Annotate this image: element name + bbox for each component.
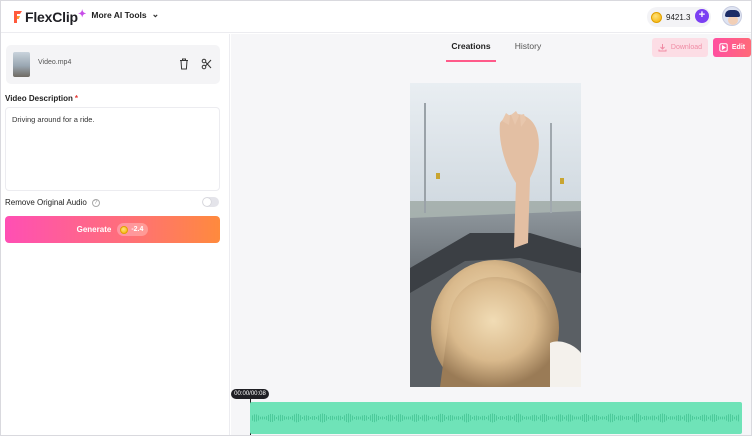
download-label: Download <box>670 44 703 51</box>
remove-audio-row: Remove Original Audio ? <box>5 198 100 207</box>
uploaded-file-card: Video.mp4 <box>6 45 220 84</box>
toggle-knob <box>203 198 211 206</box>
description-label: Video Description * <box>5 94 78 103</box>
generate-label: Generate <box>76 225 112 234</box>
description-label-text: Video Description <box>5 94 73 103</box>
description-text: Driving around for a ride. <box>12 115 95 124</box>
tab-bar: Creations History <box>446 41 553 62</box>
plus-icon[interactable]: + <box>695 9 709 23</box>
avatar-hair <box>725 10 740 17</box>
video-thumbnail[interactable] <box>13 52 30 77</box>
flexclip-logo-icon <box>12 10 24 24</box>
credits-value: 9421.3 <box>666 12 691 22</box>
tab-history[interactable]: History <box>503 41 553 62</box>
generate-button[interactable]: Generate -2.4 <box>5 216 220 243</box>
help-circle-icon[interactable]: ? <box>91 198 100 207</box>
remove-audio-toggle[interactable] <box>202 197 219 207</box>
audio-waveform-track[interactable] <box>250 402 742 434</box>
app-window: FlexClip ✦ More AI Tools ⌄ 9421.3 + Vide… <box>0 0 752 436</box>
generate-cost: -2.4 <box>131 226 144 233</box>
trash-icon[interactable] <box>178 57 190 71</box>
coin-icon <box>651 11 662 23</box>
edit-icon <box>719 43 728 52</box>
edit-label: Edit <box>731 44 746 51</box>
waveform-graphic <box>252 413 739 423</box>
coin-icon <box>120 225 129 234</box>
description-textarea[interactable]: Driving around for a ride. <box>5 107 220 191</box>
download-button[interactable]: Download <box>652 38 708 57</box>
more-ai-tools-menu[interactable]: ✦ More AI Tools ⌄ <box>78 9 159 20</box>
remove-audio-label: Remove Original Audio <box>5 198 87 207</box>
sparkle-icon: ✦ <box>78 9 87 20</box>
left-panel: Video.mp4 Video Description * Driving aro… <box>1 34 230 435</box>
scissors-icon[interactable] <box>201 57 213 71</box>
edit-button[interactable]: Edit <box>713 38 751 57</box>
flexclip-logo[interactable]: FlexClip <box>12 8 78 26</box>
tab-creations[interactable]: Creations <box>446 41 496 62</box>
generate-cost-badge: -2.4 <box>117 223 149 236</box>
file-name: Video.mp4 <box>38 59 72 66</box>
more-ai-tools-label: More AI Tools <box>91 9 147 20</box>
preview-area: Creations History Download Edit 00:00/00… <box>231 34 751 435</box>
avatar[interactable] <box>722 6 742 26</box>
required-mark: * <box>74 94 78 103</box>
logo-text: FlexClip <box>25 9 78 25</box>
video-preview[interactable] <box>410 83 581 387</box>
chevron-down-icon: ⌄ <box>151 9 160 19</box>
download-icon <box>658 43 667 52</box>
top-bar: FlexClip ✦ More AI Tools ⌄ 9421.3 + <box>1 1 751 33</box>
